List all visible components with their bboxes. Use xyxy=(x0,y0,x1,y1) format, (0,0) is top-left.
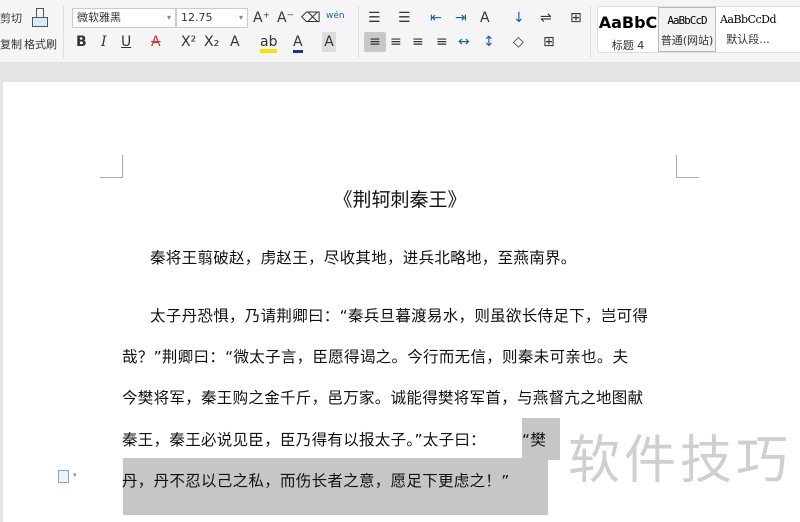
superscript-button[interactable]: X² xyxy=(181,32,196,52)
chevron-down-icon[interactable]: ▾ xyxy=(73,471,77,479)
underline-button[interactable]: U xyxy=(121,32,131,52)
distribute-icon[interactable]: ↔ xyxy=(458,32,470,52)
paragraph-line: 太子丹恐惧，乃请荆卿曰：“秦兵旦暮渡易水，则虽欲长侍足下，岂可得 xyxy=(150,307,649,325)
shrink-font-button[interactable]: A⁻ xyxy=(277,8,294,28)
decrease-indent-icon[interactable]: ⇤ xyxy=(430,8,442,28)
font-color-button[interactable]: A xyxy=(293,32,303,53)
style-heading-4[interactable]: AaBbC 标题 4 xyxy=(598,7,658,52)
align-right-icon[interactable]: ≡ xyxy=(412,32,424,52)
increase-indent-icon[interactable]: ⇥ xyxy=(455,8,467,28)
paragraph-line: 秦王，秦王必说见臣，臣乃得有以报太子。”太子曰： xyxy=(122,431,486,449)
margin-corner-top-right xyxy=(676,155,699,178)
watermark: 软件技巧 xyxy=(568,431,793,491)
numbered-list-icon[interactable]: ☰ xyxy=(398,8,411,28)
clear-format-icon[interactable]: ⌫ xyxy=(301,8,321,28)
align-left-icon[interactable]: ≡ xyxy=(364,32,386,52)
margin-corner-top-left xyxy=(100,155,123,178)
strikethrough-button[interactable]: A xyxy=(151,32,161,52)
style-preview: AaBbC xyxy=(598,13,658,32)
style-label: 普通(网站) xyxy=(660,34,714,47)
ribbon-toolbar: 剪切 复制 格式刷 微软雅黑 ▾ 12.75 ▾ A⁺ A⁻ ⌫ wén B I U… xyxy=(0,0,800,63)
copy-button[interactable]: 复制 xyxy=(0,36,22,52)
font-name-value: 微软雅黑 xyxy=(77,11,121,24)
shading-icon[interactable]: ◇ xyxy=(513,32,524,52)
font-size-value: 12.75 xyxy=(181,11,213,24)
char-shading-button[interactable]: A xyxy=(322,32,336,52)
justify-icon[interactable]: ≡ xyxy=(436,32,448,52)
chevron-down-icon: ▾ xyxy=(238,13,243,22)
styles-gallery: AaBbC 标题 4 AaBbCcD 普通(网站) AaBbCcDd 默认段..… xyxy=(597,6,800,53)
style-normal-web[interactable]: AaBbCcD 普通(网站) xyxy=(658,7,716,52)
font-size-select[interactable]: 12.75 ▾ xyxy=(176,8,248,28)
paragraph-line: 秦将王翦破赵，虏赵王，尽收其地，进兵北略地，至燕南界。 xyxy=(150,249,577,267)
style-default-paragraph[interactable]: AaBbCcDd 默认段... xyxy=(716,7,780,52)
format-painter-button[interactable]: 格式刷 xyxy=(24,36,57,52)
grow-font-button[interactable]: A⁺ xyxy=(253,8,270,28)
paragraph-line: 今樊将军，秦王购之金千斤，邑万家。诚能得樊将军首，与燕督亢之地图献 xyxy=(122,389,644,407)
style-label: 标题 4 xyxy=(611,39,645,52)
text-effect-button[interactable]: A xyxy=(230,32,240,52)
line-break-icon[interactable]: ⇌ xyxy=(540,8,552,28)
style-label: 默认段... xyxy=(726,33,770,46)
borders-icon[interactable]: ⊞ xyxy=(543,32,555,52)
highlight-button[interactable]: ab xyxy=(260,32,278,53)
italic-button[interactable]: I xyxy=(101,32,107,52)
subscript-button[interactable]: X₂ xyxy=(204,32,219,52)
char-scale-icon[interactable]: A xyxy=(480,8,490,28)
document-title: 《荆轲刺秦王》 xyxy=(333,189,467,211)
line-spacing-icon[interactable]: ↕ xyxy=(483,32,495,52)
cut-button[interactable]: 剪切 xyxy=(0,10,22,26)
phonetic-guide-button[interactable]: wén xyxy=(326,6,345,26)
paragraph-line-selected: “樊 xyxy=(522,431,547,449)
bullet-list-icon[interactable]: ☰ xyxy=(368,8,381,28)
sort-icon[interactable]: ↓ xyxy=(513,8,525,28)
style-preview: AaBbCcD xyxy=(667,14,707,27)
document-icon[interactable] xyxy=(58,470,69,483)
chevron-down-icon: ▾ xyxy=(166,13,171,22)
format-painter-icon[interactable] xyxy=(32,8,48,28)
style-preview: AaBbCcDd xyxy=(719,13,777,26)
table-icon[interactable]: ⊞ xyxy=(570,8,582,28)
bold-button[interactable]: B xyxy=(76,32,87,52)
paragraph-line: 哉？”荆卿曰：“微太子言，臣愿得谒之。今行而无信，则秦未可亲也。夫 xyxy=(122,348,629,366)
font-name-select[interactable]: 微软雅黑 ▾ xyxy=(72,8,176,28)
paragraph-line-selected: 丹，丹不忍以己之私，而伤长者之意，愿足下更虑之！” xyxy=(122,472,510,490)
align-center-icon[interactable]: ≡ xyxy=(390,32,402,52)
